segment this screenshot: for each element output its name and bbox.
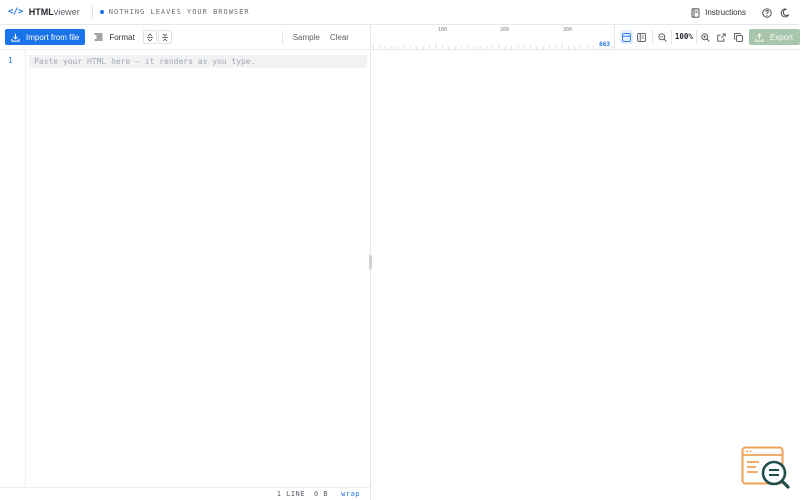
tagline-text: NOTHING LEAVES YOUR BROWSER	[108, 8, 250, 16]
external-link-icon	[717, 32, 727, 42]
width-ruler: 100 200 300 663	[372, 25, 614, 50]
expand-all-button[interactable]	[142, 30, 157, 44]
panel-top-icon	[622, 32, 632, 42]
collapse-all-button[interactable]	[157, 30, 172, 44]
collapse-icon	[161, 33, 168, 41]
layout-horizontal-button[interactable]	[620, 30, 634, 44]
zoom-in-button[interactable]	[699, 30, 712, 44]
zoom-out-icon	[658, 32, 667, 42]
ruler-tick-marks	[372, 43, 613, 49]
help-button[interactable]	[760, 6, 774, 20]
toolbar-divider	[281, 30, 283, 44]
theme-toggle[interactable]	[778, 6, 792, 20]
editor-pane: Import from file Format Sample Clear 1 P…	[0, 25, 371, 500]
copy-button[interactable]	[732, 30, 745, 44]
logo-strong-text: HTML	[28, 7, 54, 17]
preview-toolbar: 100% Export	[614, 25, 800, 50]
zoom-out-button[interactable]	[656, 30, 669, 44]
ruler-tick-label: 300	[563, 27, 573, 33]
preview-canvas[interactable]	[372, 50, 800, 500]
status-bar: 1 LINE 0 B wrap	[0, 487, 370, 500]
download-icon	[11, 33, 20, 42]
viewport-width: 663	[599, 41, 610, 48]
layout-vertical-button[interactable]	[635, 30, 648, 44]
brand-badge-icon	[741, 446, 790, 489]
export-button[interactable]: Export	[748, 29, 800, 45]
editor-toolbar: Import from file Format Sample Clear	[0, 25, 370, 50]
sample-button[interactable]: Sample	[293, 33, 320, 42]
code-icon: </>	[8, 7, 23, 17]
import-label: Import from file	[26, 32, 80, 42]
editor-placeholder: Paste your HTML here — it renders as you…	[34, 57, 256, 66]
line-gutter: 1	[0, 51, 26, 487]
book-icon	[691, 7, 700, 18]
ruler-tick-label: 100	[438, 27, 448, 33]
wrap-toggle[interactable]: wrap	[341, 490, 360, 498]
zoom-in-icon	[701, 32, 710, 42]
upload-icon	[755, 32, 764, 42]
top-bar: </> HTML viewer NOTHING LEAVES YOUR BROW…	[0, 0, 800, 25]
app-logo[interactable]: </> HTML viewer	[8, 0, 80, 25]
privacy-tagline: NOTHING LEAVES YOUR BROWSER	[99, 8, 250, 16]
import-file-button[interactable]: Import from file	[5, 29, 86, 45]
moon-icon	[780, 7, 790, 17]
header-actions: Instructions	[691, 0, 792, 25]
instructions-label: Instructions	[705, 8, 746, 17]
panel-left-icon	[637, 32, 647, 42]
copy-icon	[733, 32, 743, 42]
align-icon	[94, 33, 103, 41]
ruler-tick-label: 200	[500, 27, 510, 33]
help-icon	[762, 7, 772, 18]
logo-light-text: viewer	[53, 7, 80, 17]
line-count: 1 LINE	[276, 490, 305, 498]
format-button[interactable]: Format	[94, 32, 135, 42]
status-dot	[99, 10, 104, 14]
clear-button[interactable]: Clear	[330, 33, 349, 42]
byte-size: 0 B	[313, 490, 329, 498]
preview-pane: 100 200 300 663 100% Export	[372, 25, 800, 500]
format-label: Format	[109, 32, 135, 42]
divider	[651, 30, 653, 44]
instructions-button[interactable]: Instructions	[691, 7, 746, 18]
expand-icon	[146, 32, 153, 42]
divider	[91, 6, 93, 18]
open-new-tab-button[interactable]	[715, 30, 728, 44]
code-editor[interactable]: 1 Paste your HTML here — it renders as y…	[0, 51, 370, 487]
fold-controls	[142, 30, 172, 44]
export-label: Export	[769, 32, 794, 42]
line-number: 1	[8, 56, 13, 65]
zoom-level[interactable]: 100%	[670, 30, 697, 44]
